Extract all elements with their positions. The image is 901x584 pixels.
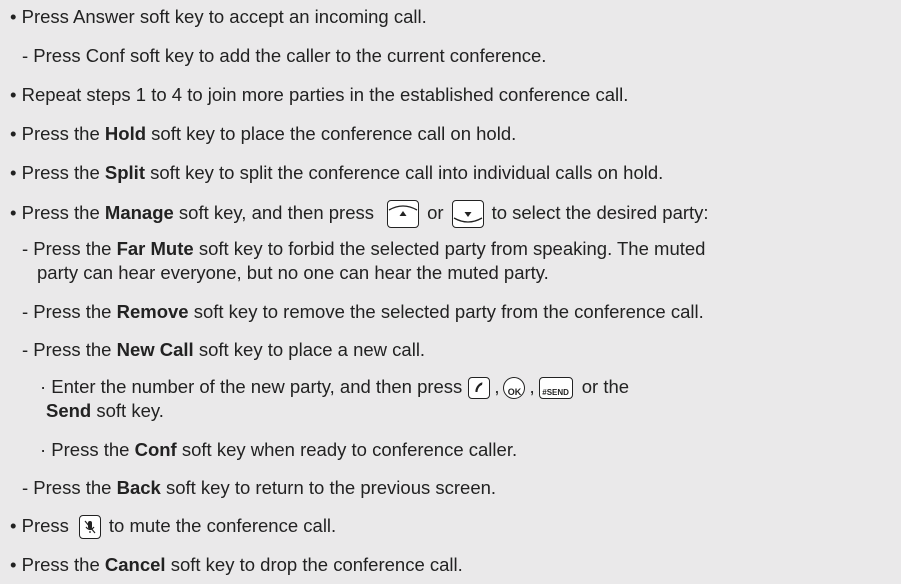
remove-key-name: Remove (116, 301, 189, 322)
new-call-key-name: New Call (116, 339, 194, 360)
cancel-key-name: Cancel (104, 554, 166, 575)
handset-key-icon (468, 377, 491, 400)
split-key-name: Split (104, 162, 145, 183)
send-key-name: Send (46, 400, 92, 421)
step-repeat: • Repeat steps 1 to 4 to join more parti… (10, 84, 629, 105)
ok-key-icon: OK (503, 377, 526, 400)
mute-key-icon (78, 515, 101, 540)
sub-conf-ready: · Press the Conf soft key when ready to … (40, 439, 518, 460)
hold-key-name: Hold (104, 123, 147, 144)
sub-back: - Press the Back soft key to return to t… (22, 477, 497, 498)
sub-new-call: - Press the New Call soft key to place a… (22, 339, 426, 360)
send-key-icon: #SEND (538, 377, 573, 400)
step-mute: • Press to mute the conference call. (10, 515, 336, 540)
sub-far-mute-continued: party can hear everyone, but no one can … (37, 262, 549, 283)
sub-enter-number-continued: Send soft key. (46, 400, 164, 421)
step-conf-add: - Press Conf soft key to add the caller … (22, 45, 547, 66)
far-mute-key-name: Far Mute (116, 238, 194, 259)
step-manage: • Press the Manage soft key, and then pr… (10, 200, 709, 228)
step-cancel: • Press the Cancel soft key to drop the … (10, 554, 463, 575)
up-arrow-key-icon (387, 200, 420, 228)
sub-remove: - Press the Remove soft key to remove th… (22, 301, 704, 322)
instruction-list: • Press Answer soft key to accept an inc… (0, 0, 901, 584)
step-answer: • Press Answer soft key to accept an inc… (10, 6, 427, 27)
down-arrow-key-icon (451, 200, 484, 228)
conf-key-name: Conf (134, 439, 177, 460)
manage-key-name: Manage (104, 201, 174, 223)
step-split: • Press the Split soft key to split the … (10, 162, 664, 183)
sub-far-mute: - Press the Far Mute soft key to forbid … (22, 238, 706, 259)
back-key-name: Back (116, 477, 161, 498)
step-hold: • Press the Hold soft key to place the c… (10, 123, 517, 144)
sub-enter-number: · Enter the number of the new party, and… (40, 376, 630, 400)
